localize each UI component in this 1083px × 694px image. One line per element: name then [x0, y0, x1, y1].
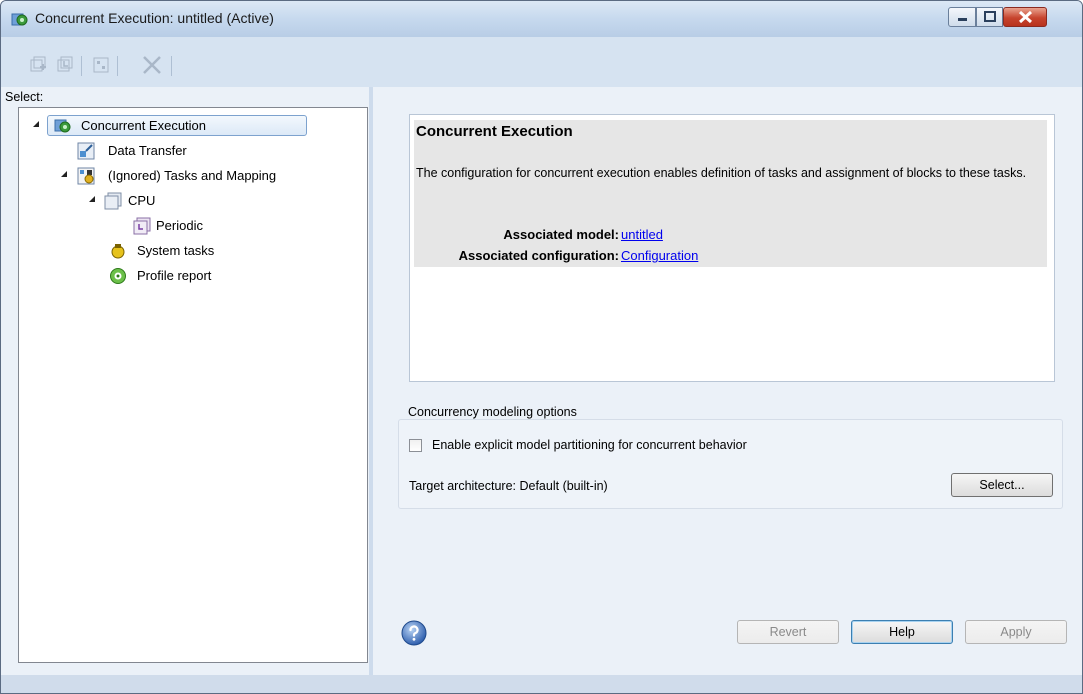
apply-button[interactable]: Apply: [965, 620, 1067, 644]
cpu-icon: [104, 192, 122, 210]
tree-item-concurrent-execution[interactable]: Concurrent Execution: [47, 115, 307, 136]
expand-arrow-icon[interactable]: [89, 196, 95, 202]
concurrent-execution-icon: [54, 119, 71, 133]
select-label: Select:: [5, 90, 44, 104]
tree-item-label: Data Transfer: [108, 143, 187, 158]
toolbar-separator: [171, 56, 172, 76]
revert-button[interactable]: Revert: [737, 620, 839, 644]
delete-icon[interactable]: [142, 55, 162, 75]
toolbar-separator: [81, 56, 82, 76]
expand-arrow-icon[interactable]: [61, 171, 67, 177]
tree-item-periodic[interactable]: Periodic: [133, 215, 253, 236]
periodic-icon: [133, 217, 151, 235]
toolbar: [1, 37, 1082, 87]
tree-item-label: Profile report: [137, 268, 212, 283]
tree-item-label: System tasks: [137, 243, 215, 258]
window-title: Concurrent Execution: untitled (Active): [35, 10, 274, 26]
associated-model-link[interactable]: untitled: [621, 227, 663, 242]
close-button[interactable]: [1003, 7, 1047, 27]
tree-item-cpu[interactable]: CPU: [104, 190, 204, 211]
target-architecture-label: Target architecture: Default (built-in): [409, 479, 608, 493]
tree-item-label: CPU: [128, 193, 156, 208]
tree-item-tasks-and-mapping[interactable]: (Ignored) Tasks and Mapping: [77, 165, 337, 186]
concurrent-execution-icon: [11, 13, 28, 26]
description-header: [414, 120, 1047, 267]
associated-configuration-label: Associated configuration:: [458, 248, 619, 263]
tree-item-profile-report[interactable]: Profile report: [109, 265, 269, 286]
config-tree[interactable]: Concurrent Execution Data Transfer (Igno…: [18, 107, 368, 663]
tree-item-label: Periodic: [156, 218, 203, 233]
explicit-partitioning-label[interactable]: Enable explicit model partitioning for c…: [432, 438, 747, 452]
system-tasks-icon: [111, 244, 125, 259]
help-icon[interactable]: [401, 620, 427, 646]
dialog-window: Concurrent Execution: untitled (Active) …: [0, 0, 1083, 694]
tasks-mapping-icon: [77, 167, 95, 185]
tree-item-label: Concurrent Execution: [81, 118, 207, 133]
select-architecture-button[interactable]: Select...: [951, 473, 1053, 497]
page-title: Concurrent Execution: [416, 123, 573, 140]
expand-arrow-icon[interactable]: [33, 121, 39, 127]
title-bar[interactable]: Concurrent Execution: untitled (Active): [1, 1, 1082, 37]
tree-item-data-transfer[interactable]: Data Transfer: [77, 140, 277, 161]
toolbar-separator: [117, 56, 118, 76]
close-icon: [1018, 10, 1033, 24]
associated-model-label: Associated model:: [503, 227, 619, 242]
help-button[interactable]: Help: [851, 620, 953, 644]
minimize-button[interactable]: [948, 7, 976, 27]
maximize-icon: [984, 11, 996, 22]
target-architecture-key: Target architecture:: [409, 479, 516, 493]
group-label: Concurrency modeling options: [405, 405, 580, 419]
add-task-icon[interactable]: [28, 55, 48, 75]
target-architecture-value: Default (built-in): [519, 479, 608, 493]
explicit-partitioning-checkbox[interactable]: [409, 439, 422, 452]
tree-item-label: (Ignored) Tasks and Mapping: [108, 168, 277, 183]
map-blocks-icon[interactable]: [91, 55, 111, 75]
data-transfer-icon: [77, 142, 95, 160]
description-text: The configuration for concurrent executi…: [416, 166, 1027, 180]
minimize-icon: [958, 18, 967, 21]
tree-item-system-tasks[interactable]: System tasks: [109, 240, 269, 261]
add-periodic-icon[interactable]: [55, 55, 75, 75]
associated-configuration-link[interactable]: Configuration: [621, 248, 698, 263]
profile-report-icon: [110, 268, 126, 284]
status-bar: [1, 675, 1082, 693]
maximize-button[interactable]: [976, 7, 1003, 27]
